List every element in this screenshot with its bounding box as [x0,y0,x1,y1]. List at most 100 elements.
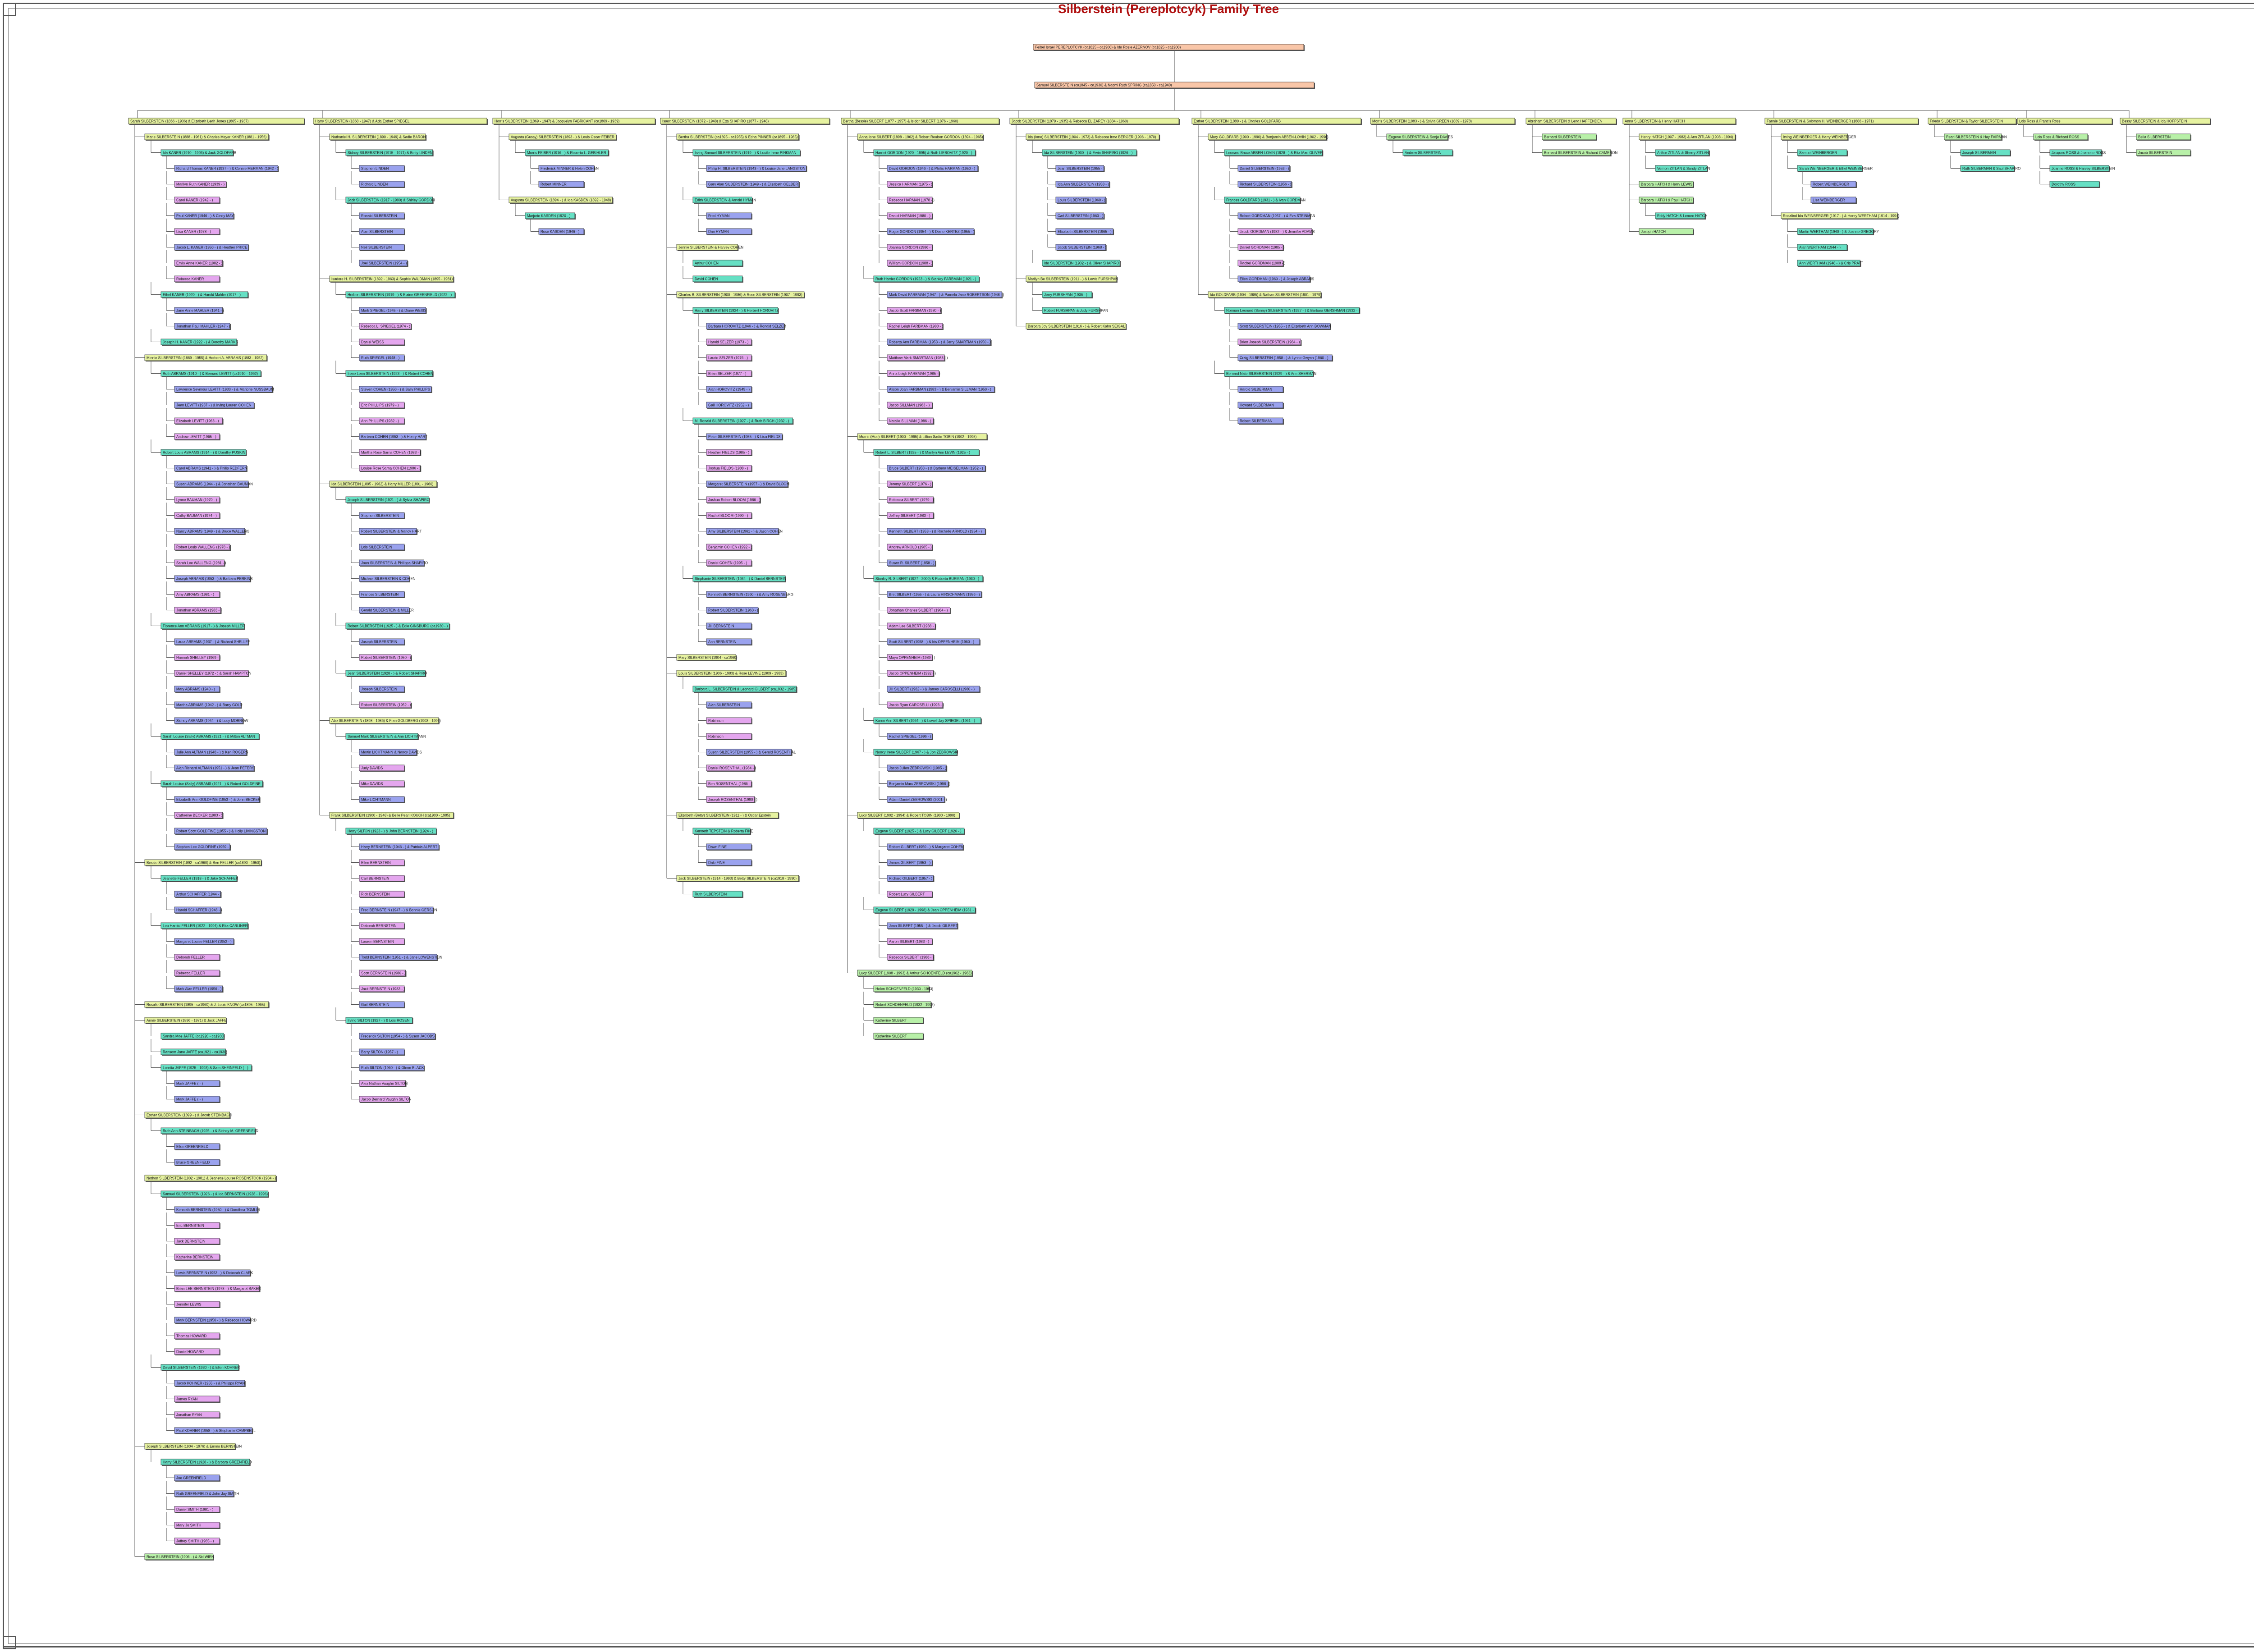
descendant-box[interactable]: Margaret Louise FELLER (1952 - ) [174,938,235,945]
descendant-box[interactable]: Adam Lee SILBERT (1988 - ) [887,622,936,630]
child-couple-box[interactable]: Bertha (Bessie) SILBERT (1877 - 1957) & … [841,118,1000,125]
descendant-box[interactable]: Samuel Mark SILBERSTEIN & Ann LICHTMANN [345,733,426,740]
descendant-box[interactable]: Rachel BLOOM (1990 - ) [706,512,752,519]
descendant-box[interactable]: Rachel GORDMAN (1988 - ) [1237,260,1286,267]
descendant-box[interactable]: Deborah BERNSTEIN [359,922,405,929]
descendant-box[interactable]: Jacques ROSS & Jeanette ROSS [2049,149,2106,156]
descendant-box[interactable]: Joseph SILBERMAN [1960,149,2011,156]
descendant-box[interactable]: Robert WEINBERGER [1810,181,1857,188]
descendant-box[interactable]: Daniel SMITH (1981 - ) [174,1506,220,1513]
descendant-box[interactable]: Julie Ann ALTMAN (1948 - ) & Ken ROGERS [174,749,248,756]
descendant-box[interactable]: Joseph SILBERSTEIN [359,638,405,645]
descendant-box[interactable]: Bertha SILBERSTEIN (ca1895 - ca1955) & E… [676,133,800,141]
descendant-box[interactable]: Ben ROSENTHAL (1986 - ) [706,780,752,787]
descendant-box[interactable]: Esther SILBERSTEIN (1899 - ) & Jacob STE… [144,1112,232,1119]
descendant-box[interactable]: Elizabeth (Betty) SILBERSTEIN (1911 - ) … [676,812,779,819]
descendant-box[interactable]: Jill SILBERT (1962 - ) & James CAROSELLI… [887,686,980,693]
descendant-box[interactable]: Stanley R. SILBERT (1927 - 2000) & Rober… [873,575,984,582]
descendant-box[interactable]: Fred HYMAN [706,212,752,220]
descendant-box[interactable]: Andrew ARNOLD (1985 - ) [887,544,933,551]
descendant-box[interactable]: Rebecca FELLER [174,970,220,977]
patriarch-couple-box[interactable]: Samuel SILBERSTEIN (ca1845 - ca1930) & N… [1034,82,1315,89]
descendant-box[interactable]: Edith SILBERSTEIN & Arnold HYMAN [692,197,756,204]
descendant-box[interactable]: Lynne BAUMAN (1970 - ) [174,496,220,503]
descendant-box[interactable]: Bret SILBERT (1955 - ) & Laura HIRSCHMAN… [887,591,983,598]
descendant-box[interactable]: Bessie SILBERSTEIN (1892 - ca1960) & Ben… [144,859,262,866]
descendant-box[interactable]: Barbara Joy SILBERSTEIN (1916 - ) & Robe… [1026,323,1127,330]
descendant-box[interactable]: Lawrence Seymour LEVITT (1933 - ) & Marj… [174,386,274,393]
descendant-box[interactable]: Laura ABRAMS (1937 - ) & Richard SHELLEY [174,638,251,645]
descendant-box[interactable]: David COHEN [692,275,743,283]
descendant-box[interactable]: Jennifer LEWIS [174,1301,220,1308]
descendant-box[interactable]: Kenneth TEPSTEIN & Roberta FINE [692,828,753,835]
descendant-box[interactable]: Rebecca L. SPIEGEL (1974 - ) [359,323,412,330]
descendant-box[interactable]: Rebecca KANER [174,275,220,283]
descendant-box[interactable]: Louis SILBERSTEIN (1960 - ) [1055,197,1107,204]
descendant-box[interactable]: Susan ABRAMS (1944 - ) & Jonathan BAUMAN [174,480,253,488]
descendant-box[interactable]: Bernard Nate SILBERSTEIN (1929 - ) & Ann… [1224,370,1316,377]
descendant-box[interactable]: Rachel SPIEGEL (1996 - ) [887,733,933,740]
descendant-box[interactable]: Jean SILBERT (1955 - ) & Jacob GILBERT [887,922,958,929]
descendant-box[interactable]: Mary ABRAMS (1940 - ) [174,686,220,693]
descendant-box[interactable]: Lucy SILBERT (1908 - 1993) & Arthur SCHO… [857,970,973,977]
descendant-box[interactable]: Isadore H. SILBERSTEIN (1892 - 1963) & S… [329,275,454,283]
descendant-box[interactable]: Stephen Lee GOLDFINE (1959 - ) [174,843,231,851]
descendant-box[interactable]: Jonathan RYAN [174,1411,220,1419]
descendant-box[interactable]: Todd BERNSTEIN (1951 - ) & Jane LOWENSTE… [359,954,442,961]
descendant-box[interactable]: Gerald SILBERSTEIN & MILLER [359,607,414,614]
descendant-box[interactable]: Jacob Scott FARBMAN (1980 - ) [887,307,942,314]
descendant-box[interactable]: Jean SILBERSTEIN (1955 - ) [1055,165,1105,172]
descendant-box[interactable]: Norman Leonard (Sonny) SILBERSTEIN (1927… [1224,307,1361,314]
descendant-box[interactable]: Kenneth BERNSTEIN (1960 - ) & Amy ROSENB… [706,591,793,598]
descendant-box[interactable]: Daniel HOWARD [174,1348,220,1355]
descendant-box[interactable]: Bruce GREENFIELD [174,1159,220,1166]
descendant-box[interactable]: Katherine SILBERT [873,1033,924,1040]
descendant-box[interactable]: Lois SILBERSTEIN [359,544,405,551]
descendant-box[interactable]: Sarah Lee WALLENG (1981 - ) [174,559,226,567]
descendant-box[interactable]: Karen Ann SILBERT (1964 - ) & Lowell Jay… [873,717,982,724]
descendant-box[interactable]: Arthur SCHAFFER (1944 - ) [174,891,222,898]
descendant-box[interactable]: Mark BERNSTEIN (1956 - ) & Rebecca HOWAR… [174,1317,257,1324]
descendant-box[interactable]: Martha ABRAMS (1942 - ) & Barry GOLD [174,701,243,709]
descendant-box[interactable]: Barbara COHEN (1953 - ) & Henry HART [359,433,427,440]
descendant-box[interactable]: Hannah SHELLEY (1969 - ) [174,654,221,661]
descendant-box[interactable]: Katherine SILBERT [873,1017,924,1024]
descendant-box[interactable]: Samuel SILBERSTEIN (1926 - ) & Ida BERNS… [160,1190,269,1198]
descendant-box[interactable]: Stephen SILBERSTEIN [359,512,405,519]
descendant-box[interactable]: Harriet GORDON (1920 - 1995) & Ruth LIEB… [873,149,976,156]
descendant-box[interactable]: Harry SILBERSTEIN (1924 - ) & Herbert HO… [692,307,779,314]
descendant-box[interactable]: Mark David FARBMAN (1947 - ) & Pamela Ja… [887,291,1004,298]
descendant-box[interactable]: Ida SILBERSTEIN (1895 - 1962) & Harry MI… [329,480,438,488]
descendant-box[interactable]: Florence Ann ABRAMS (1917 - ) & Joseph M… [160,622,245,630]
descendant-box[interactable]: Mark JAFFE ( - ) [174,1096,220,1103]
child-couple-box[interactable]: Esther SILBERSTEIN (1880 - ) & Charles G… [1191,118,1362,125]
descendant-box[interactable]: Pearl SILBERSTEIN & Hay FAIRMAN [1944,133,2007,141]
descendant-box[interactable]: Neil SILBERSTEIN [359,244,405,251]
descendant-box[interactable]: Sidney ABRAMS (1944 - ) & Lucy MORROW [174,717,248,724]
descendant-box[interactable]: Joshua Robert BLOOM (1986 - ) [706,496,761,503]
descendant-box[interactable]: Kenneth SILBERT (1953 - ) & Rochelle ARN… [887,528,986,535]
descendant-box[interactable]: Bella SILBERSTEIN [2136,133,2191,141]
descendant-box[interactable]: Jacob Bernard Vaughn SILTON [359,1096,412,1103]
descendant-box[interactable]: Robert SCHOENFELD (1932 - 1992) [873,1001,935,1008]
descendant-box[interactable]: Andrew LEVITT (1965 - ) [174,433,220,440]
descendant-box[interactable]: Emily Anne KANER (1982 - ) [174,260,224,267]
descendant-box[interactable]: Jack BERNSTEIN (1983 - ) [359,985,405,993]
descendant-box[interactable]: Samuel WEINBERGER [1797,149,1848,156]
descendant-box[interactable]: Ellen GORDMAN (1960 - ) & Joseph ABRAMS [1237,275,1314,283]
descendant-box[interactable]: Brian SELZER (1977 - ) [706,370,752,377]
descendant-box[interactable]: Robert SILBERSTEIN (1963 - ) [706,607,759,614]
descendant-box[interactable]: Sidney SILBERSTEIN (1915 - 1971) & Betty… [345,149,434,156]
descendant-box[interactable]: Barbara HOROVITZ (1946 - ) & Ronald SELZ… [706,323,786,330]
descendant-box[interactable]: Ida (Ione) SILBERSTEIN (1904 - 1973) & R… [1026,133,1160,141]
descendant-box[interactable]: Eugene SILBERSTEIN & Sonja DAVIES [1386,133,1453,141]
descendant-box[interactable]: Carl SILBERSTEIN (1963 - ) [1055,212,1105,220]
descendant-box[interactable]: Alan SILBERSTEIN [706,701,752,709]
descendant-box[interactable]: Ruth SPIEGEL (1948 - ) [359,354,405,362]
descendant-box[interactable]: Harold SELZER (1973 - ) [706,339,752,346]
descendant-box[interactable]: Mark JAFFE ( - ) [174,1080,220,1087]
descendant-box[interactable]: Leo Harold FELLER (1922 - 1994) & Rita C… [160,922,249,929]
descendant-box[interactable]: Gail BERNSTEIN [359,1001,405,1008]
descendant-box[interactable]: Harry SILBERSTEIN (1928 - ) & Barbara GR… [160,1459,252,1466]
descendant-box[interactable]: Eddy HATCH & Lenore HATCH [1655,212,1708,220]
